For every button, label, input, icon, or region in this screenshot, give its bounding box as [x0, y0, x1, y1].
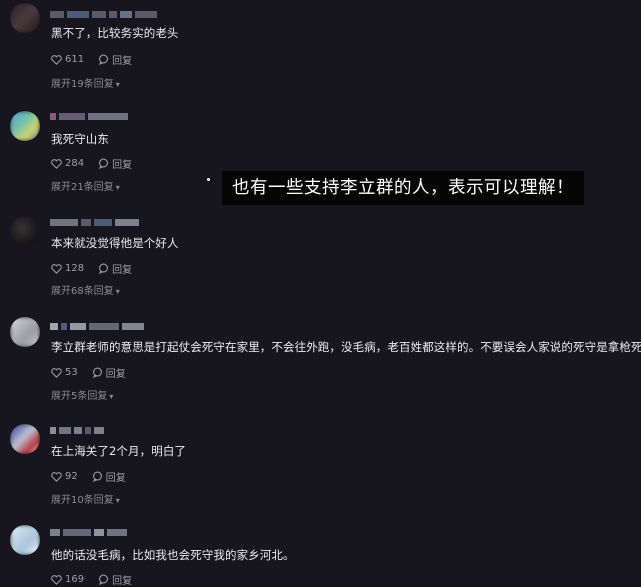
chevron-down-icon: ▾: [115, 183, 120, 192]
username-obscured: [50, 218, 139, 226]
comment-text: 我死守山东: [51, 132, 109, 146]
reply-button[interactable]: 回复: [98, 156, 132, 171]
username-obscured: [50, 528, 127, 536]
expand-replies-label: 展开19条回复: [51, 79, 114, 90]
reply-label: 回复: [112, 56, 133, 67]
banner-dot: [207, 178, 210, 181]
reply-label: 回复: [112, 265, 133, 276]
expand-replies-link[interactable]: 展开68条回复 ▾: [51, 282, 120, 297]
reply-label: 回复: [112, 576, 133, 587]
avatar[interactable]: [10, 424, 40, 454]
reply-button[interactable]: 回复: [98, 261, 132, 276]
expand-replies-label: 展开68条回复: [51, 286, 114, 297]
chevron-down-icon: ▾: [109, 392, 114, 401]
avatar[interactable]: [10, 3, 40, 33]
avatar[interactable]: [10, 317, 40, 347]
heart-icon: [51, 574, 62, 585]
speech-bubble-icon: [92, 471, 102, 482]
comment-text: 李立群老师的意思是打起仗会死守在家里，不会往外跑，没毛病，老百姓都这样的。不要误…: [51, 339, 641, 355]
username-obscured: [50, 10, 157, 18]
like-count: 611: [65, 54, 85, 65]
reply-label: 回复: [112, 160, 133, 171]
reply-button[interactable]: 回复: [98, 572, 132, 587]
expand-replies-label: 展开21条回复: [51, 182, 114, 193]
comment-item: 在上海关了2个月，明白了 92 回复 展开10条回复 ▾: [0, 420, 641, 510]
speech-bubble-icon: [98, 158, 109, 169]
comment-item: 本来就没觉得他是个好人 128 回复 展开68条回复 ▾: [0, 210, 641, 300]
speech-bubble-icon: [98, 574, 109, 585]
like-button[interactable]: 611: [51, 54, 84, 65]
speech-bubble-icon: [98, 54, 109, 65]
like-button[interactable]: 128: [51, 263, 84, 274]
avatar[interactable]: [10, 525, 40, 555]
reply-button[interactable]: 回复: [92, 469, 126, 484]
reply-button[interactable]: 回复: [92, 365, 126, 380]
speech-bubble-icon: [98, 263, 109, 274]
avatar[interactable]: [10, 216, 40, 246]
chevron-down-icon: ▾: [115, 496, 120, 505]
speech-bubble-icon: [92, 367, 102, 378]
username-obscured: [50, 112, 128, 120]
like-count: 284: [65, 158, 85, 169]
like-count: 128: [65, 263, 85, 274]
like-count: 53: [65, 367, 78, 378]
expand-replies-link[interactable]: 展开5条回复 ▾: [51, 387, 113, 402]
expand-replies-link[interactable]: 展开19条回复 ▾: [51, 75, 120, 90]
comment-text: 本来就没觉得他是个好人: [51, 236, 179, 250]
like-count: 169: [65, 574, 85, 585]
comment-text-content: 李立群老师的意思是打起仗会死守在家里，不会往外跑，没毛病，老百姓都这样的。不要误…: [51, 340, 641, 354]
heart-icon: [51, 54, 62, 65]
avatar[interactable]: [10, 111, 40, 141]
like-button[interactable]: 284: [51, 158, 84, 169]
comment-item: 他的话没毛病，比如我也会死守我的家乡河北。 169 回复: [0, 520, 641, 587]
username-obscured: [50, 426, 104, 434]
reply-label: 回复: [105, 369, 126, 380]
heart-icon: [51, 367, 62, 378]
chevron-down-icon: ▾: [115, 287, 120, 296]
heart-icon: [51, 263, 62, 274]
heart-icon: [51, 471, 62, 482]
like-button[interactable]: 53: [51, 367, 78, 378]
reply-button[interactable]: 回复: [98, 52, 132, 67]
comment-text: 在上海关了2个月，明白了: [51, 444, 187, 458]
like-button[interactable]: 169: [51, 574, 84, 585]
expand-replies-label: 展开5条回复: [51, 391, 108, 402]
comment-text: 黑不了，比较务实的老头: [51, 26, 179, 40]
expand-replies-label: 展开10条回复: [51, 495, 114, 506]
like-count: 92: [65, 471, 78, 482]
chevron-down-icon: ▾: [115, 80, 120, 89]
caption-banner: 也有一些支持李立群的人，表示可以理解！: [222, 171, 584, 205]
heart-icon: [51, 158, 62, 169]
comment-item: 黑不了，比较务实的老头 611 回复 展开19条回复 ▾: [0, 0, 641, 95]
reply-label: 回复: [105, 473, 126, 484]
comment-text: 他的话没毛病，比如我也会死守我的家乡河北。: [51, 548, 295, 562]
expand-replies-link[interactable]: 展开21条回复 ▾: [51, 178, 120, 193]
username-obscured: [50, 322, 144, 330]
like-button[interactable]: 92: [51, 471, 78, 482]
expand-replies-link[interactable]: 展开10条回复 ▾: [51, 491, 120, 506]
comment-item: 李立群老师的意思是打起仗会死守在家里，不会往外跑，没毛病，老百姓都这样的。不要误…: [0, 313, 641, 408]
